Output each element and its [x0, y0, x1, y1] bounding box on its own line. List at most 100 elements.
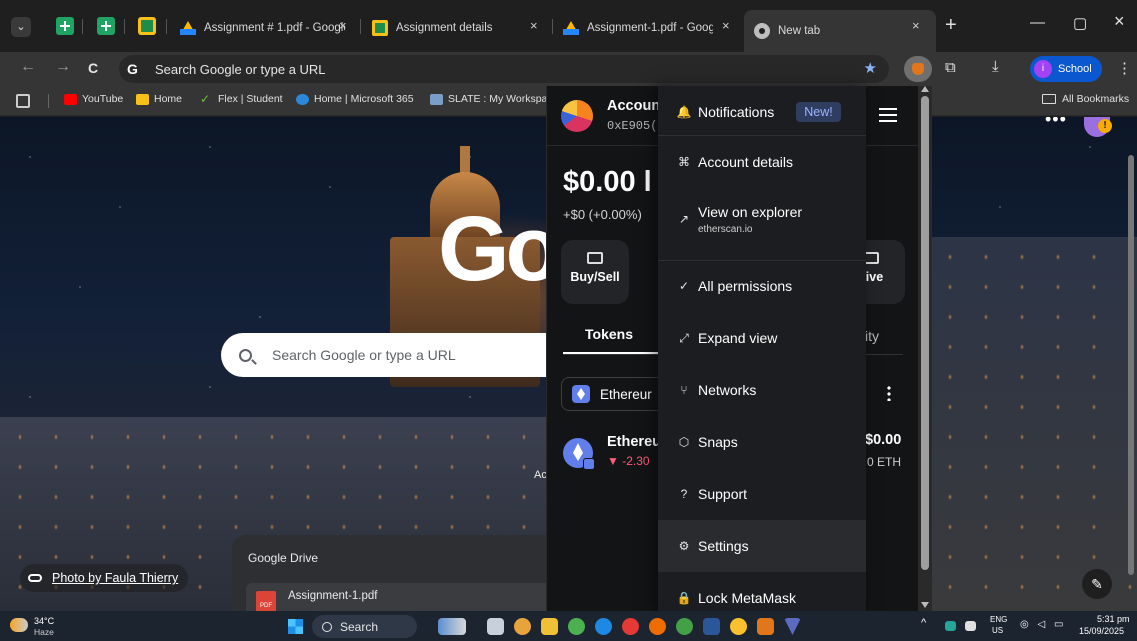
all-bookmarks-button[interactable]: All Bookmarks: [1042, 93, 1129, 105]
taskbar-app-chrome-profile-icon[interactable]: [622, 618, 639, 635]
clock-time[interactable]: 5:31 pm: [1097, 614, 1130, 624]
taskbar-app-task-view-icon[interactable]: [487, 618, 504, 635]
tray-wifi-volume-battery-icons[interactable]: ◎ ◁ ▭: [1020, 619, 1066, 630]
new-tab-button[interactable]: +: [945, 14, 957, 37]
taskbar-app-word-icon[interactable]: [703, 618, 720, 635]
ntp-search-box[interactable]: Search Google or type a URL: [221, 333, 561, 377]
input-language[interactable]: ENG: [990, 615, 1007, 624]
window-close-button[interactable]: ×: [1114, 11, 1125, 32]
bookmark-home-classroom[interactable]: Home: [136, 93, 182, 105]
taskbar-app-edge-icon[interactable]: [595, 618, 612, 635]
chrome-menu-icon[interactable]: ⋮: [1117, 59, 1132, 77]
menu-item-notifications[interactable]: 🔔 Notifications New!: [658, 92, 866, 132]
tab-separator: [360, 19, 361, 34]
menu-item-support[interactable]: ? Support: [658, 474, 866, 514]
tab-assignment-details[interactable]: Assignment details: [372, 14, 512, 42]
back-button[interactable]: ←: [20, 58, 36, 76]
account-avatar[interactable]: [561, 100, 593, 132]
input-region[interactable]: US: [992, 626, 1003, 635]
tab-search-chevron-icon[interactable]: ⌄: [11, 17, 31, 37]
tab-close-icon[interactable]: ×: [339, 19, 347, 33]
account-address[interactable]: 0xE905(: [607, 119, 657, 133]
token-amount: 0 ETH: [867, 455, 902, 469]
menu-item-expand-view[interactable]: ⤢ Expand view: [658, 318, 866, 358]
taskbar-app-vpn-icon[interactable]: [784, 618, 801, 635]
menu-item-account-details[interactable]: ⌘ Account details: [658, 142, 866, 182]
metamask-extension-icon[interactable]: [904, 56, 932, 82]
taskbar-app-copilot-icon[interactable]: [514, 618, 531, 635]
minimize-button[interactable]: —: [1030, 14, 1045, 31]
popup-scrollbar-thumb[interactable]: [921, 96, 929, 570]
tab-close-icon[interactable]: ×: [530, 19, 538, 33]
all-bookmarks-label: All Bookmarks: [1062, 93, 1130, 105]
bookmark-youtube[interactable]: YouTube: [64, 93, 123, 105]
menu-item-text: View on explorer etherscan.io: [698, 204, 802, 235]
bookmark-flex-student[interactable]: ✓ Flex | Student: [200, 91, 283, 106]
pinned-tab-classroom-icon[interactable]: [138, 17, 156, 35]
taskbar-app-landscape-icon[interactable]: [438, 618, 466, 635]
taskbar-search[interactable]: Search: [312, 615, 417, 638]
tab-new-tab[interactable]: New tab: [744, 10, 936, 52]
taskbar-app-chrome-profile-icon[interactable]: [676, 618, 693, 635]
shortcut-label-partial[interactable]: Ac: [534, 469, 547, 481]
scroll-up-arrow-icon[interactable]: [921, 86, 929, 92]
menu-item-view-on-explorer[interactable]: ↗ View on explorer etherscan.io: [658, 194, 866, 244]
tray-overflow-chevron-icon[interactable]: ^: [921, 617, 926, 629]
menu-item-all-permissions[interactable]: ✓ All permissions: [658, 266, 866, 306]
customize-edit-button[interactable]: ✎: [1082, 569, 1112, 599]
buy-sell-button[interactable]: Buy/Sell: [561, 240, 629, 304]
taskbar-search-label: Search: [340, 619, 379, 634]
maximize-button[interactable]: ▢: [1073, 14, 1087, 32]
forward-button[interactable]: →: [55, 58, 71, 76]
flex-check-icon: ✓: [200, 91, 211, 106]
address-bar[interactable]: G Search Google or type a URL ★: [119, 55, 889, 83]
taskbar-app-chrome-icon[interactable]: [568, 618, 585, 635]
page-scrollbar[interactable]: [1128, 155, 1134, 575]
taskbar-app-chrome-profile-icon[interactable]: [730, 618, 747, 635]
tray-cloud-icon[interactable]: [965, 621, 976, 631]
hamburger-menu-icon[interactable]: [879, 108, 897, 122]
menu-item-settings[interactable]: ⚙ Settings: [658, 520, 866, 572]
download-icon[interactable]: ⤓: [992, 58, 999, 75]
weather-condition: Haze: [34, 627, 54, 637]
taskbar-app-chrome-profile-icon[interactable]: [649, 618, 666, 635]
tab-assignment-pdf[interactable]: Assignment # 1.pdf - Google: [180, 14, 345, 42]
taskbar-app-office-icon[interactable]: [757, 618, 774, 635]
warning-badge-icon: !: [1098, 119, 1112, 133]
taskbar-app-file-explorer-icon[interactable]: [541, 618, 558, 635]
scroll-down-arrow-icon[interactable]: [921, 602, 929, 608]
bookmark-star-icon[interactable]: ★: [864, 59, 877, 77]
google-apps-dots-icon[interactable]: •••: [1045, 117, 1067, 130]
token-name[interactable]: Ethereu: [607, 434, 661, 450]
menu-item-networks[interactable]: ⑂ Networks: [658, 370, 866, 410]
snaps-icon: ⬡: [678, 435, 690, 449]
menu-item-label: Settings: [698, 538, 749, 554]
photo-credit-link[interactable]: Photo by Faula Thierry: [20, 564, 189, 592]
drive-file-row[interactable]: PDF Assignment-1.pdf: [246, 583, 552, 611]
extensions-puzzle-icon[interactable]: ⧉: [945, 59, 956, 76]
pinned-tab-sheets-icon[interactable]: [97, 17, 115, 35]
tab-activity[interactable]: ity: [865, 328, 879, 344]
menu-item-label: View on explorer: [698, 203, 803, 220]
menu-item-lock-metamask[interactable]: 🔒 Lock MetaMask: [658, 578, 866, 611]
apps-grid-icon[interactable]: [16, 94, 30, 108]
tray-app-icon[interactable]: [945, 621, 956, 631]
windows-start-icon[interactable]: [288, 619, 303, 634]
weather-icon[interactable]: [10, 618, 28, 632]
reload-button[interactable]: C: [88, 60, 98, 76]
pinned-tab-sheets-icon[interactable]: [56, 17, 74, 35]
bookmark-microsoft-365[interactable]: Home | Microsoft 365: [296, 93, 414, 105]
token-options-icon[interactable]: [887, 385, 891, 401]
tab-close-icon[interactable]: ×: [722, 19, 730, 33]
profile-button[interactable]: i School: [1030, 56, 1102, 82]
clock-date[interactable]: 15/09/2025: [1079, 626, 1124, 636]
tab-assignment-1-pdf[interactable]: Assignment-1.pdf - Google: [563, 14, 713, 42]
tab-tokens[interactable]: Tokens: [585, 326, 633, 342]
menu-item-snaps[interactable]: ⬡ Snaps: [658, 422, 866, 462]
network-filter-button[interactable]: Ethereur: [561, 377, 671, 411]
drive-file-name: Assignment-1.pdf: [288, 590, 378, 602]
bookmark-slate[interactable]: SLATE : My Workspac: [430, 93, 553, 105]
account-name[interactable]: Accoun: [607, 98, 660, 114]
tab-close-icon[interactable]: ×: [912, 19, 920, 33]
tab-separator: [124, 19, 125, 34]
